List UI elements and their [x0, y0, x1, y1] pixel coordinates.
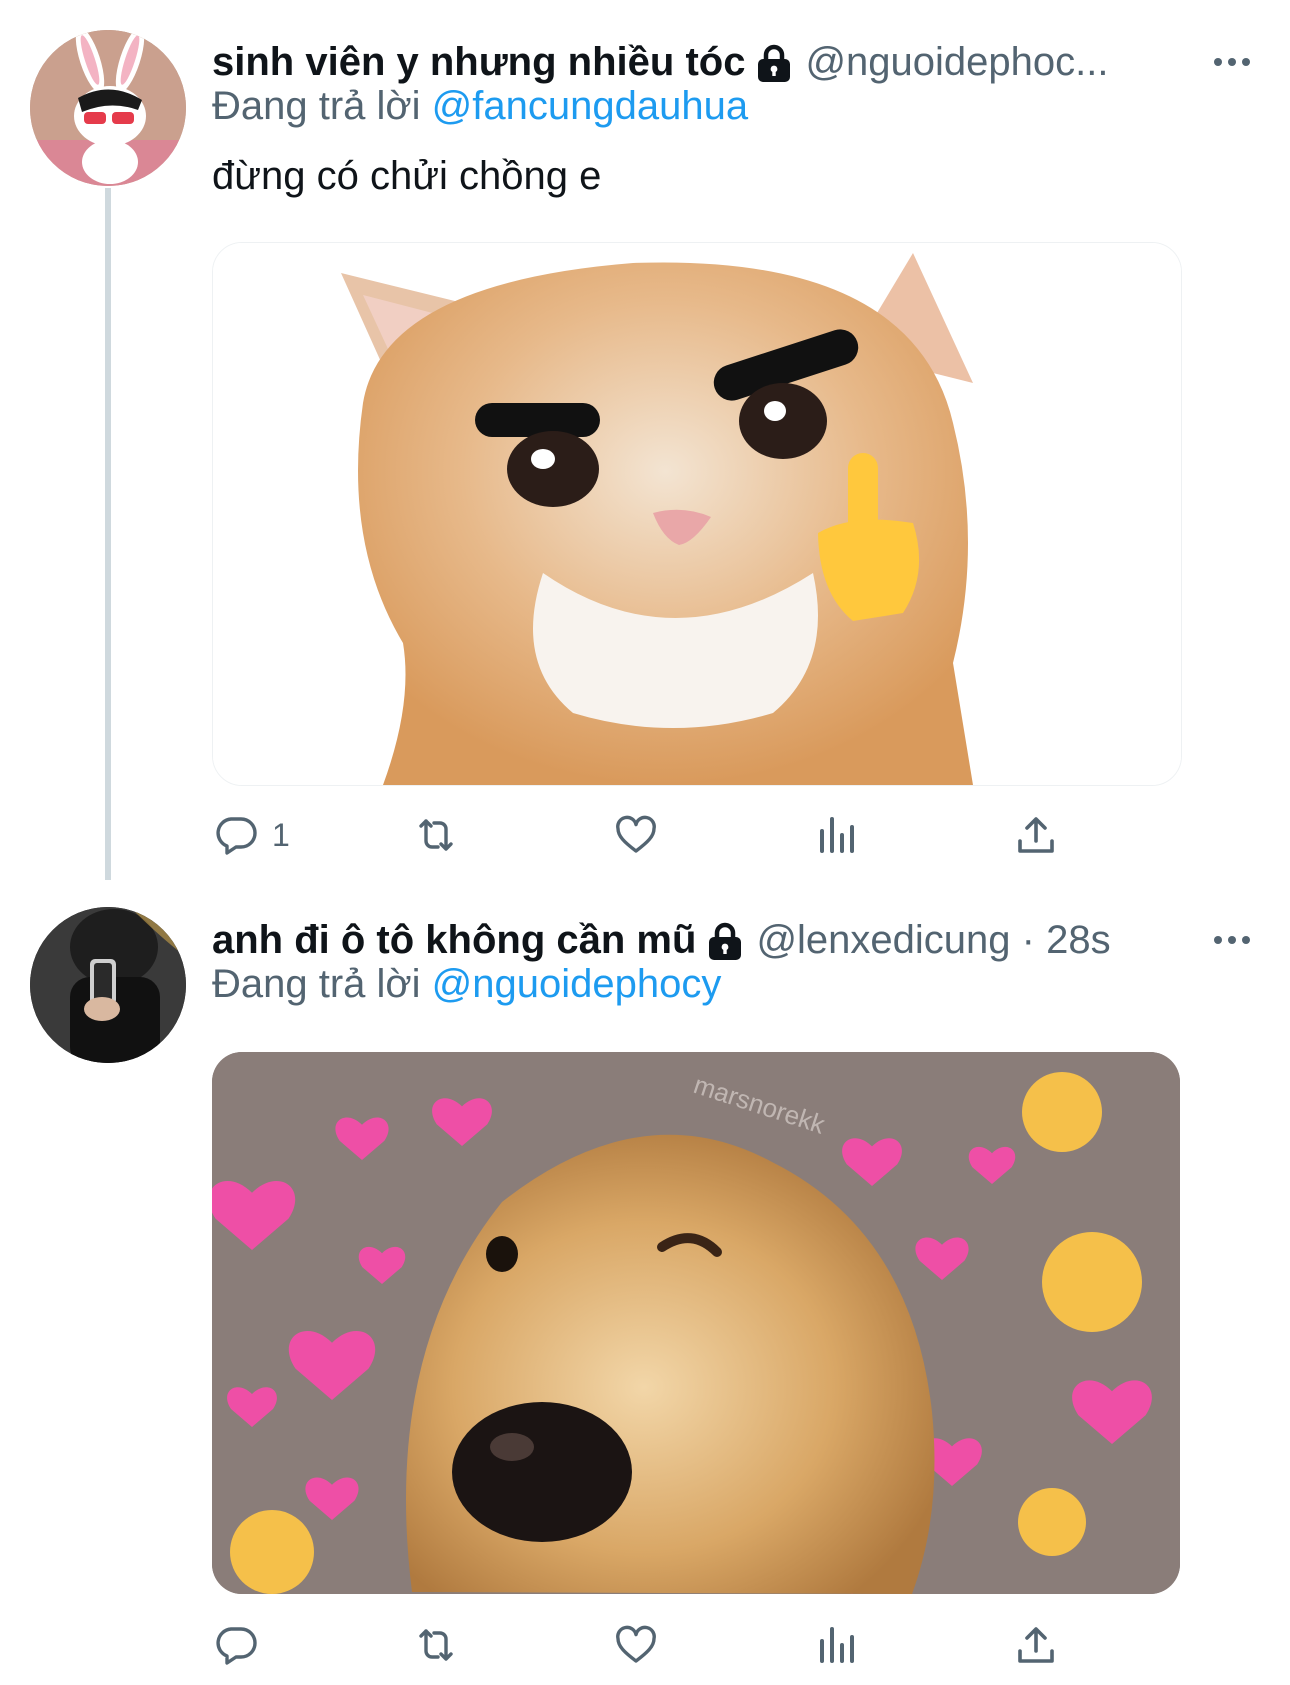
avatar-person-image	[30, 907, 186, 1063]
avatar-bunny-image	[30, 30, 186, 186]
more-icon[interactable]	[1214, 910, 1250, 970]
reply-icon	[216, 817, 257, 855]
avatar[interactable]	[30, 907, 186, 1063]
heart-icon	[616, 815, 656, 853]
views-icon	[820, 1627, 854, 1663]
lock-icon	[755, 44, 793, 84]
tweet-text: đừng có chửi chồng e	[212, 154, 602, 198]
tweet-actions	[212, 1610, 1132, 1680]
share-button[interactable]	[1012, 1610, 1060, 1680]
tweet-media-image[interactable]: marsnorekk	[212, 1052, 1180, 1594]
more-icon[interactable]	[1214, 32, 1250, 92]
tweet-header: sinh viên y nhưng nhiều tóc @nguoidephoc…	[212, 32, 1250, 92]
tweet-actions: 1	[212, 800, 1132, 870]
views-button[interactable]	[812, 1610, 860, 1680]
views-button[interactable]	[812, 800, 860, 870]
reply-button[interactable]	[212, 1610, 272, 1680]
avatar[interactable]	[30, 30, 186, 186]
share-icon	[1018, 817, 1054, 853]
reply-button[interactable]: 1	[212, 800, 290, 870]
views-icon	[820, 817, 854, 853]
retweet-icon	[419, 819, 453, 851]
replying-to: Đang trả lời @fancungdauhua	[212, 84, 748, 129]
thread-line	[105, 188, 111, 880]
dog-meme-image: marsnorekk	[212, 1052, 1180, 1594]
reply-mention-link[interactable]: @nguoidephocy	[432, 962, 722, 1006]
handle-and-time[interactable]: @lenxedicung · 28s	[756, 918, 1110, 963]
replying-prefix: Đang trả lời	[212, 962, 421, 1006]
replying-prefix: Đang trả lời	[212, 84, 421, 128]
display-name[interactable]: anh đi ô tô không cần mũ	[212, 918, 696, 963]
like-button[interactable]	[612, 800, 660, 870]
display-name[interactable]: sinh viên y nhưng nhiều tóc	[212, 40, 745, 85]
reply-icon	[216, 1627, 257, 1665]
reply-mention-link[interactable]: @fancungdauhua	[432, 84, 748, 128]
cat-meme-image	[213, 243, 1181, 785]
retweet-button[interactable]	[412, 800, 460, 870]
tweet-media-image[interactable]	[212, 242, 1182, 786]
replying-to: Đang trả lời @nguoidephocy	[212, 962, 721, 1007]
retweet-button[interactable]	[412, 1610, 460, 1680]
reply-count: 1	[272, 816, 290, 853]
tweet[interactable]: sinh viên y nhưng nhiều tóc @nguoidephoc…	[0, 0, 1290, 880]
handle[interactable]: @nguoidephoc...	[805, 40, 1108, 85]
share-button[interactable]	[1012, 800, 1060, 870]
lock-icon	[706, 922, 744, 962]
tweet-header: anh đi ô tô không cần mũ @lenxedicung · …	[212, 910, 1250, 970]
retweet-icon	[419, 1629, 453, 1661]
like-button[interactable]	[612, 1610, 660, 1680]
share-icon	[1018, 1627, 1054, 1663]
heart-icon	[616, 1625, 656, 1663]
tweet[interactable]: anh đi ô tô không cần mũ @lenxedicung · …	[0, 880, 1290, 1685]
